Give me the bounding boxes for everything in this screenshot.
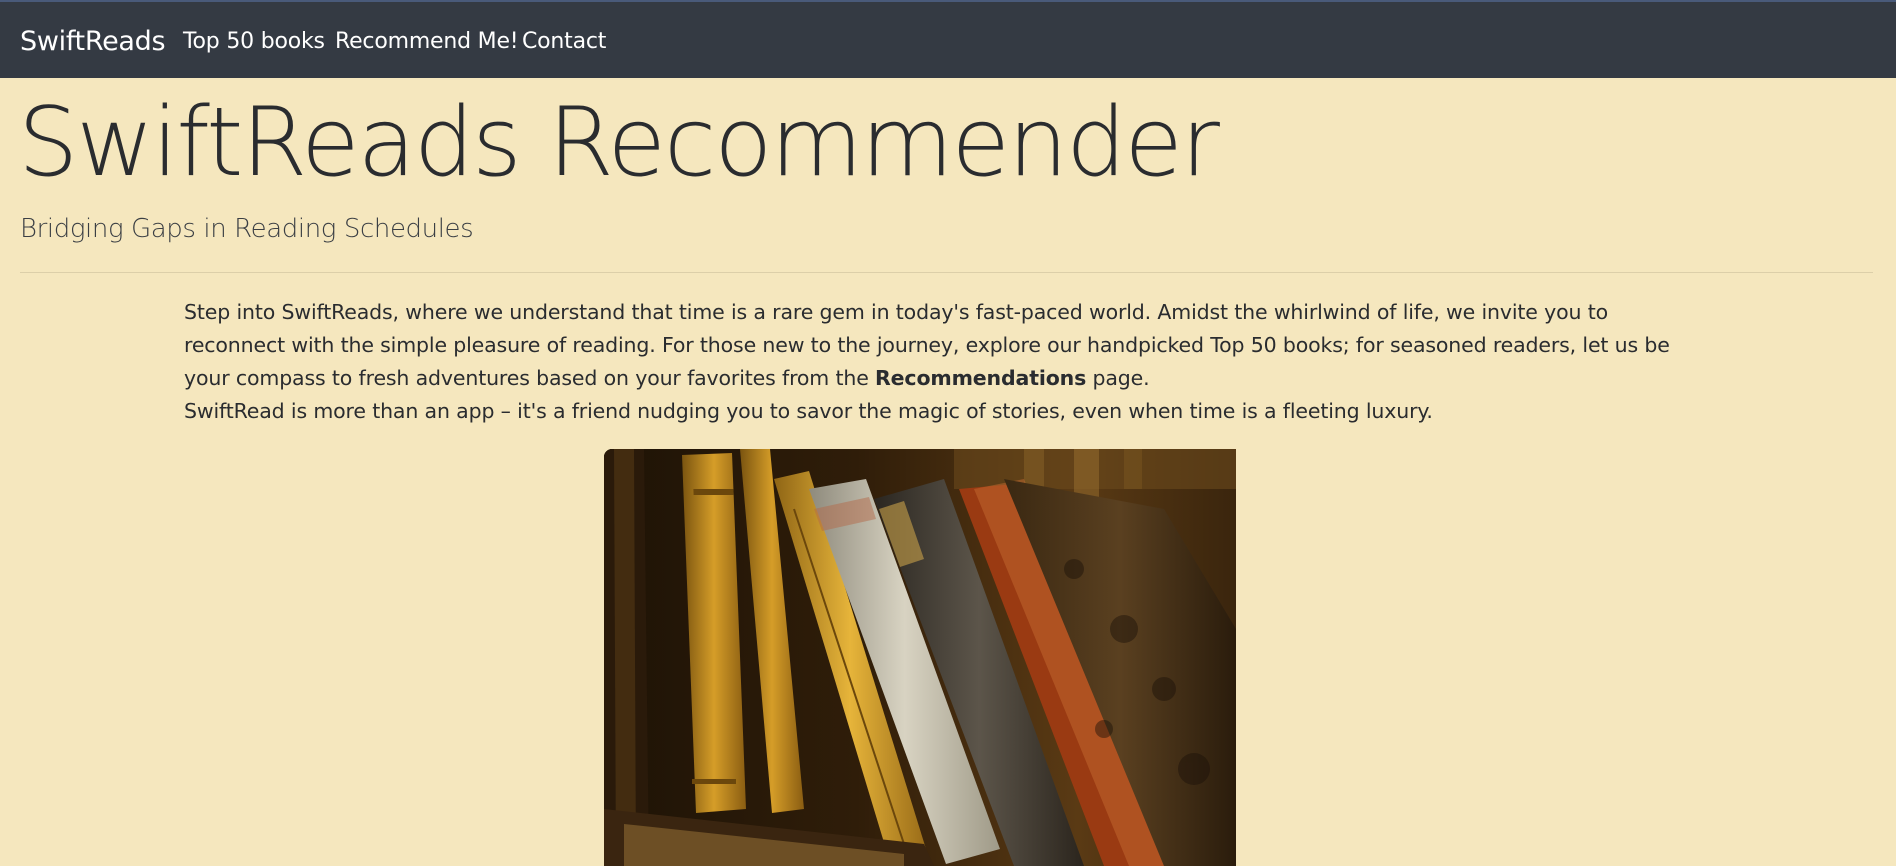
intro-text: Step into SwiftReads, where we understan…: [184, 296, 1714, 428]
books-illustration: [604, 449, 1236, 866]
intro-text-part-2: page.: [1086, 366, 1150, 390]
nav-link-top-50-books[interactable]: Top 50 books: [183, 29, 325, 54]
books-photo: [604, 449, 1236, 866]
intro-paragraph: Step into SwiftReads, where we understan…: [184, 296, 1714, 395]
recommendations-emphasis: Recommendations: [875, 366, 1087, 390]
nav-link-contact[interactable]: Contact: [522, 29, 606, 54]
brand-link[interactable]: SwiftReads: [20, 26, 166, 57]
header-divider: [20, 272, 1873, 273]
intro-paragraph-2: SwiftRead is more than an app – it's a f…: [184, 399, 1433, 423]
page-title: SwiftReads Recommender: [18, 88, 1220, 198]
nav-link-recommend-me[interactable]: Recommend Me!: [335, 29, 519, 54]
top-navbar: SwiftReads Top 50 books Recommend Me! Co…: [0, 0, 1896, 78]
page-subtitle: Bridging Gaps in Reading Schedules: [20, 214, 474, 244]
